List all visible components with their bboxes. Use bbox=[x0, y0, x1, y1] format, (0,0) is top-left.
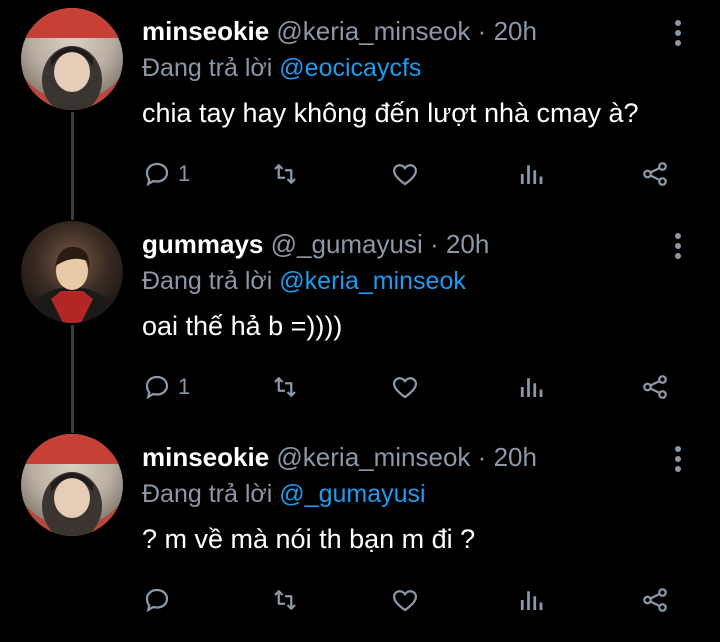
share-button[interactable] bbox=[640, 156, 670, 192]
retweet-button[interactable] bbox=[270, 369, 300, 405]
analytics-button[interactable] bbox=[516, 156, 546, 192]
share-button[interactable] bbox=[640, 582, 670, 618]
reply-mention[interactable]: @eocicaycfs bbox=[279, 54, 421, 82]
more-icon[interactable] bbox=[670, 20, 686, 52]
share-icon bbox=[643, 375, 667, 399]
retweet-icon bbox=[274, 377, 296, 397]
like-icon bbox=[392, 377, 418, 399]
retweet-button[interactable] bbox=[270, 582, 300, 618]
avatar-image bbox=[21, 8, 123, 110]
like-button[interactable] bbox=[390, 369, 420, 405]
reply-button[interactable]: 1 bbox=[142, 156, 190, 192]
tweet-actions: 1 bbox=[0, 156, 720, 196]
separator-dot: · bbox=[430, 229, 439, 259]
retweet-icon bbox=[274, 590, 296, 610]
tweet-actions: 1 bbox=[0, 369, 720, 409]
avatar-image bbox=[21, 434, 123, 536]
share-icon bbox=[643, 588, 667, 612]
reply-prefix: Đang trả lời bbox=[142, 480, 273, 508]
tweet[interactable]: gummays @_gumayusi · 20h Đang trả lời @k… bbox=[0, 219, 720, 429]
separator-dot: · bbox=[477, 442, 487, 472]
reply-icon bbox=[145, 588, 169, 613]
like-button[interactable] bbox=[390, 156, 420, 192]
analytics-icon bbox=[520, 165, 543, 184]
share-button[interactable] bbox=[640, 369, 670, 405]
reply-count: 1 bbox=[178, 374, 191, 399]
reply-button[interactable] bbox=[142, 582, 172, 618]
more-icon[interactable] bbox=[670, 446, 686, 478]
reply-icon bbox=[145, 162, 169, 187]
share-icon bbox=[643, 162, 667, 186]
reply-context: Đang trả lời @_gumayusi bbox=[142, 480, 426, 509]
display-name[interactable]: gummays bbox=[142, 229, 263, 259]
tweet-header: minseokie @keria_minseok · 20h bbox=[142, 442, 537, 473]
reply-context: Đang trả lời @eocicaycfs bbox=[142, 54, 421, 83]
like-icon bbox=[392, 164, 418, 186]
tweet-text: chia tay hay không đến lượt nhà cmay à? bbox=[142, 98, 639, 128]
timestamp[interactable]: 20h bbox=[446, 229, 489, 259]
more-icon[interactable] bbox=[670, 233, 686, 265]
like-icon bbox=[392, 590, 418, 612]
analytics-icon bbox=[520, 591, 543, 610]
display-name[interactable]: minseokie bbox=[142, 442, 269, 472]
tweet-header: minseokie @keria_minseok · 20h bbox=[142, 16, 537, 47]
avatar-image bbox=[32, 246, 112, 323]
username[interactable]: @_gumayusi bbox=[271, 229, 423, 259]
tweet[interactable]: minseokie @keria_minseok · 20h Đang trả … bbox=[0, 432, 720, 642]
analytics-icon bbox=[520, 378, 543, 397]
avatar[interactable] bbox=[21, 8, 123, 110]
analytics-button[interactable] bbox=[516, 369, 546, 405]
separator-dot: · bbox=[477, 16, 487, 46]
reply-icon bbox=[145, 375, 169, 400]
tweet[interactable]: minseokie @keria_minseok · 20h Đang trả … bbox=[0, 6, 720, 216]
reply-mention[interactable]: @keria_minseok bbox=[279, 267, 466, 295]
reply-count: 1 bbox=[178, 161, 191, 186]
tweet-header: gummays @_gumayusi · 20h bbox=[142, 229, 489, 260]
reply-context: Đang trả lời @keria_minseok bbox=[142, 267, 466, 296]
avatar[interactable] bbox=[21, 221, 123, 323]
tweet-text: ? m về mà nói th bạn m đi ? bbox=[142, 524, 476, 554]
reply-prefix: Đang trả lời bbox=[142, 267, 273, 295]
display-name[interactable]: minseokie bbox=[142, 16, 269, 46]
like-button[interactable] bbox=[390, 582, 420, 618]
reply-prefix: Đang trả lời bbox=[142, 54, 273, 82]
analytics-button[interactable] bbox=[516, 582, 546, 618]
username[interactable]: @keria_minseok bbox=[276, 16, 470, 46]
username[interactable]: @keria_minseok bbox=[276, 442, 470, 472]
tweet-text: oai thế hả b =)))) bbox=[142, 311, 343, 341]
retweet-icon bbox=[274, 164, 296, 184]
timestamp[interactable]: 20h bbox=[494, 16, 537, 46]
tweet-actions bbox=[0, 582, 720, 622]
reply-mention[interactable]: @_gumayusi bbox=[279, 480, 425, 508]
avatar[interactable] bbox=[21, 434, 123, 536]
retweet-button[interactable] bbox=[270, 156, 300, 192]
reply-button[interactable]: 1 bbox=[142, 369, 190, 405]
timestamp[interactable]: 20h bbox=[494, 442, 537, 472]
